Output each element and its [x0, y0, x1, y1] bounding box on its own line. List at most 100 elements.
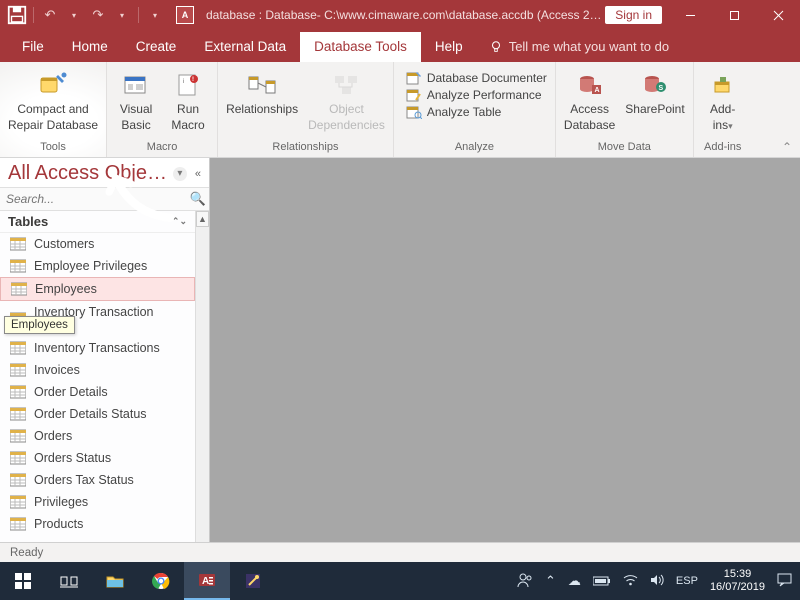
title-bar: ↶ ▾ ↷ ▾ ▾ A database : Database- C:\www.…: [0, 0, 800, 30]
nav-collapse-icon[interactable]: «: [195, 168, 201, 180]
chrome-taskbar[interactable]: [138, 562, 184, 600]
nav-item-orders-tax-status[interactable]: Orders Tax Status: [0, 469, 195, 491]
nav-item-label: Employees: [35, 282, 97, 296]
nav-search-input[interactable]: [0, 188, 187, 210]
group-analyze: Database Documenter Analyze Performance …: [394, 62, 556, 157]
volume-icon[interactable]: [650, 574, 664, 589]
scroll-up-icon[interactable]: ▲: [196, 211, 209, 227]
addins-button[interactable]: Add- ins▾: [698, 68, 748, 132]
access-database-button[interactable]: A Access Database: [560, 68, 619, 132]
tables-category-header[interactable]: Tables ⌃⌄: [0, 211, 195, 233]
action-center-icon[interactable]: [777, 573, 792, 590]
svg-text:A: A: [202, 576, 209, 587]
file-explorer-taskbar[interactable]: [92, 562, 138, 600]
save-icon[interactable]: [6, 4, 28, 26]
collapse-ribbon-icon[interactable]: ⌃: [782, 140, 792, 154]
nav-item-label: Employee Privileges: [34, 259, 147, 273]
table-icon: [10, 363, 26, 377]
qat-customize-icon[interactable]: ▾: [144, 4, 166, 26]
category-collapse-icon[interactable]: ⌃⌄: [172, 216, 187, 227]
tab-create[interactable]: Create: [122, 32, 191, 62]
sharepoint-icon: S: [639, 70, 671, 100]
nav-item-employee-privileges[interactable]: Employee Privileges: [0, 255, 195, 277]
compact-line1: Compact and: [17, 102, 88, 116]
visual-basic-icon: [120, 70, 152, 100]
tab-external-data[interactable]: External Data: [190, 32, 300, 62]
nav-item-orders[interactable]: Orders: [0, 425, 195, 447]
close-button[interactable]: [756, 0, 800, 30]
tell-me-search[interactable]: Tell me what you want to do: [477, 32, 681, 62]
clock[interactable]: 15:39 16/07/2019: [710, 568, 765, 593]
document-canvas: [210, 158, 800, 562]
tray-expand-icon[interactable]: ⌃: [545, 573, 556, 589]
search-icon[interactable]: 🔍: [187, 188, 209, 210]
group-move-label: Move Data: [598, 139, 651, 157]
language-indicator[interactable]: ESP: [676, 575, 698, 587]
clock-date: 16/07/2019: [710, 581, 765, 594]
start-button[interactable]: [0, 562, 46, 600]
group-macro-label: Macro: [147, 139, 178, 157]
nav-item-order-details-status[interactable]: Order Details Status: [0, 403, 195, 425]
wizard-icon: [244, 572, 262, 590]
minimize-button[interactable]: [668, 0, 712, 30]
people-icon[interactable]: [517, 572, 533, 591]
ribbon: Compact and Repair Database Tools Visual…: [0, 62, 800, 158]
task-view-icon: [60, 574, 78, 588]
battery-icon[interactable]: [593, 574, 611, 589]
access-taskbar[interactable]: A: [184, 562, 230, 600]
sharepoint-button[interactable]: S SharePoint: [621, 68, 688, 116]
run-macro-button[interactable]: i! Run Macro: [163, 68, 213, 132]
relationships-button[interactable]: Relationships: [222, 68, 302, 116]
signin-button[interactable]: Sign in: [605, 6, 662, 24]
group-addins: Add- ins▾ Add-ins: [694, 62, 752, 157]
relationships-icon: [246, 70, 278, 100]
redo-dropdown-icon[interactable]: ▾: [111, 4, 133, 26]
nav-item-orders-status[interactable]: Orders Status: [0, 447, 195, 469]
tab-file[interactable]: File: [8, 32, 58, 62]
app-taskbar-5[interactable]: [230, 562, 276, 600]
tab-database-tools[interactable]: Database Tools: [300, 32, 421, 62]
tab-help[interactable]: Help: [421, 32, 477, 62]
visual-basic-button[interactable]: Visual Basic: [111, 68, 161, 132]
table-icon: [10, 495, 26, 509]
nav-item-invoices[interactable]: Invoices: [0, 359, 195, 381]
analyze-table-button[interactable]: Analyze Table: [402, 104, 551, 120]
nav-item-privileges[interactable]: Privileges: [0, 491, 195, 513]
nav-item-products[interactable]: Products: [0, 513, 195, 535]
nav-item-order-details[interactable]: Order Details: [0, 381, 195, 403]
compact-repair-button[interactable]: Compact and Repair Database: [4, 68, 102, 132]
wifi-icon[interactable]: [623, 574, 638, 589]
nav-item-employees[interactable]: Employees: [0, 277, 195, 301]
nav-item-label: Invoices: [34, 363, 80, 377]
tab-home[interactable]: Home: [58, 32, 122, 62]
nav-pane-header[interactable]: All Access Obje… ▾ «: [0, 158, 209, 188]
clock-time: 15:39: [710, 568, 765, 581]
undo-dropdown-icon[interactable]: ▾: [63, 4, 85, 26]
task-view-button[interactable]: [46, 562, 92, 600]
nav-item-customers[interactable]: Customers: [0, 233, 195, 255]
nav-item-label: Orders: [34, 429, 72, 443]
undo-icon[interactable]: ↶: [39, 4, 61, 26]
group-analyze-label: Analyze: [455, 139, 494, 157]
table-icon: [10, 517, 26, 531]
nav-filter-dropdown-icon[interactable]: ▾: [173, 167, 187, 181]
compact-line2: Repair Database: [8, 118, 98, 132]
nav-scrollbar[interactable]: ▲ ▼: [195, 211, 209, 562]
group-tools: Compact and Repair Database Tools: [0, 62, 107, 157]
windows-logo-icon: [15, 573, 31, 589]
performance-icon: [406, 88, 422, 102]
nav-item-label: Inventory Transactions: [34, 341, 160, 355]
navigation-pane: All Access Obje… ▾ « 🔍 Tables ⌃⌄ Custome…: [0, 158, 210, 562]
nav-search-row: 🔍: [0, 188, 209, 211]
maximize-button[interactable]: [712, 0, 756, 30]
table-icon: [10, 473, 26, 487]
nav-item-inventory-transactions[interactable]: Inventory Transactions: [0, 337, 195, 359]
redo-icon[interactable]: ↷: [87, 4, 109, 26]
nav-item-label: Order Details: [34, 385, 108, 399]
nav-item-label: Order Details Status: [34, 407, 147, 421]
onedrive-icon[interactable]: ☁: [568, 573, 581, 589]
svg-text:!: !: [192, 77, 194, 83]
database-documenter-button[interactable]: Database Documenter: [402, 70, 551, 86]
nav-item-label: Products: [34, 517, 83, 531]
analyze-performance-button[interactable]: Analyze Performance: [402, 87, 551, 103]
